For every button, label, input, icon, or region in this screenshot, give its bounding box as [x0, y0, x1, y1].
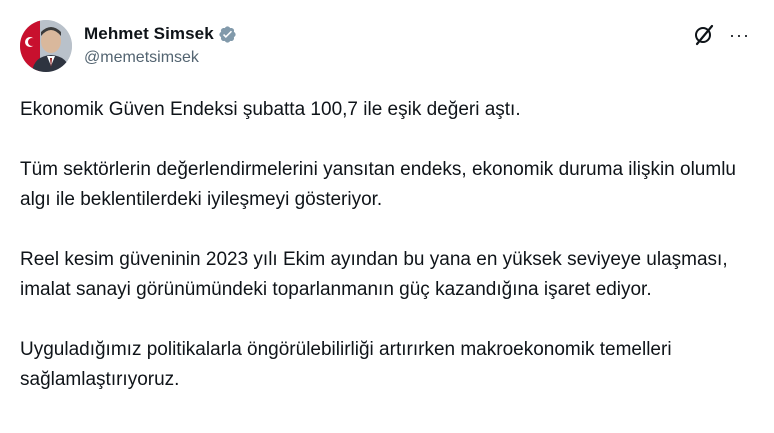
name-row: Mehmet Simsek: [84, 22, 237, 46]
display-name[interactable]: Mehmet Simsek: [84, 24, 214, 44]
avatar-image: [20, 20, 72, 72]
tweet-paragraph: Ekonomik Güven Endeksi şubatta 100,7 ile…: [20, 99, 521, 120]
handle[interactable]: @memetsimsek: [84, 49, 237, 67]
author-block: Mehmet Simsek @memetsimsek: [84, 22, 237, 67]
grok-icon[interactable]: [693, 24, 715, 46]
tweet-text: Ekonomik Güven Endeksi şubatta 100,7 ile…: [20, 95, 760, 425]
tweet-paragraph: Reel kesim güveninin 2023 yılı Ekim ayın…: [20, 249, 728, 300]
tweet-paragraph: Uyguladığımız politikalarla öngörülebili…: [20, 339, 672, 390]
tweet-paragraph: Tüm sektörlerin değerlendirmelerini yans…: [20, 159, 736, 210]
tweet-header: Mehmet Simsek @memetsimsek ···: [20, 20, 750, 76]
more-options-icon[interactable]: ···: [729, 25, 750, 45]
verified-badge-icon[interactable]: [218, 25, 237, 44]
avatar[interactable]: [20, 20, 72, 72]
header-actions: ···: [693, 24, 750, 46]
